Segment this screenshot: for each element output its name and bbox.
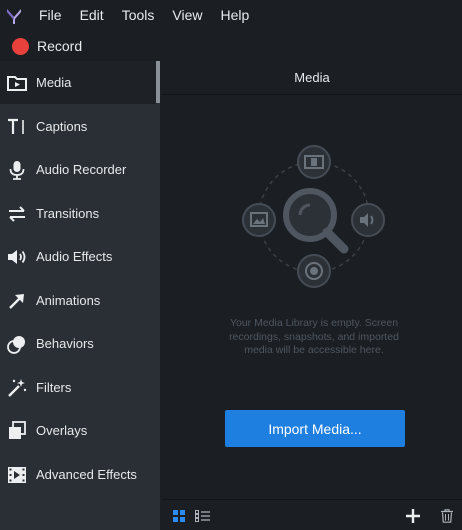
panel-title: Media <box>162 61 462 95</box>
sidebar-item-filters[interactable]: Filters <box>0 366 156 409</box>
arrow-icon <box>4 288 30 314</box>
film-icon <box>4 462 30 488</box>
sidebar-item-animations[interactable]: Animations <box>0 279 156 322</box>
import-media-button[interactable]: Import Media... <box>225 410 405 447</box>
magic-wand-icon <box>4 375 30 401</box>
sidebar-item-overlays[interactable]: Overlays <box>0 409 156 452</box>
trash-icon[interactable] <box>439 508 455 524</box>
panel-footer <box>162 499 462 530</box>
menu-view[interactable]: View <box>163 0 211 31</box>
empty-library-message: Your Media Library is empty. Screen reco… <box>229 317 399 356</box>
sidebar-item-label: Transitions <box>36 206 100 221</box>
record-button[interactable]: Record <box>0 37 83 55</box>
grid-view-icon[interactable] <box>172 509 186 523</box>
add-icon[interactable] <box>405 508 421 524</box>
menu-bar: File Edit Tools View Help <box>0 0 462 31</box>
behaviors-icon <box>4 331 30 357</box>
sidebar-item-behaviors[interactable]: Behaviors <box>0 322 156 365</box>
speaker-icon <box>4 244 30 270</box>
empty-library-illustration <box>234 137 394 297</box>
overlays-icon <box>4 418 30 444</box>
menu-edit[interactable]: Edit <box>71 0 113 31</box>
sidebar-item-captions[interactable]: Captions <box>0 105 156 148</box>
media-icon <box>4 70 30 96</box>
record-bar: Record <box>0 31 462 61</box>
media-panel: Media Your Media Library is empty. Scree… <box>162 61 462 530</box>
sidebar-item-label: Filters <box>36 380 72 395</box>
menu-tools[interactable]: Tools <box>113 0 164 31</box>
sidebar-item-audio-recorder[interactable]: Audio Recorder <box>0 148 156 191</box>
sidebar-item-label: Advanced Effects <box>36 467 137 482</box>
microphone-icon <box>4 157 30 183</box>
menu-help[interactable]: Help <box>211 0 258 31</box>
list-view-icon[interactable] <box>195 509 211 523</box>
menu-file[interactable]: File <box>30 0 71 31</box>
sidebar-item-label: Media <box>36 75 72 90</box>
sidebar-item-transitions[interactable]: Transitions <box>0 192 156 235</box>
sidebar-item-label: Overlays <box>36 423 88 438</box>
sidebar-item-label: Captions <box>36 119 88 134</box>
sidebar-item-advanced-effects[interactable]: Advanced Effects <box>0 453 156 496</box>
transitions-icon <box>4 201 30 227</box>
record-icon <box>12 37 29 55</box>
sidebar-item-media[interactable]: Media <box>0 61 156 104</box>
sidebar-item-label: Audio Effects <box>36 249 113 264</box>
captions-icon <box>4 114 30 140</box>
sidebar-item-label: Animations <box>36 293 101 308</box>
sidebar-scrollbar[interactable] <box>156 61 160 103</box>
sidebar-item-audio-effects[interactable]: Audio Effects <box>0 235 156 278</box>
record-label: Record <box>37 38 83 54</box>
app-logo-icon <box>2 4 26 28</box>
sidebar-item-label: Audio Recorder <box>36 162 127 177</box>
sidebar-item-label: Behaviors <box>36 336 94 351</box>
sidebar: Media Captions Audio Recorder Transition… <box>0 61 160 530</box>
